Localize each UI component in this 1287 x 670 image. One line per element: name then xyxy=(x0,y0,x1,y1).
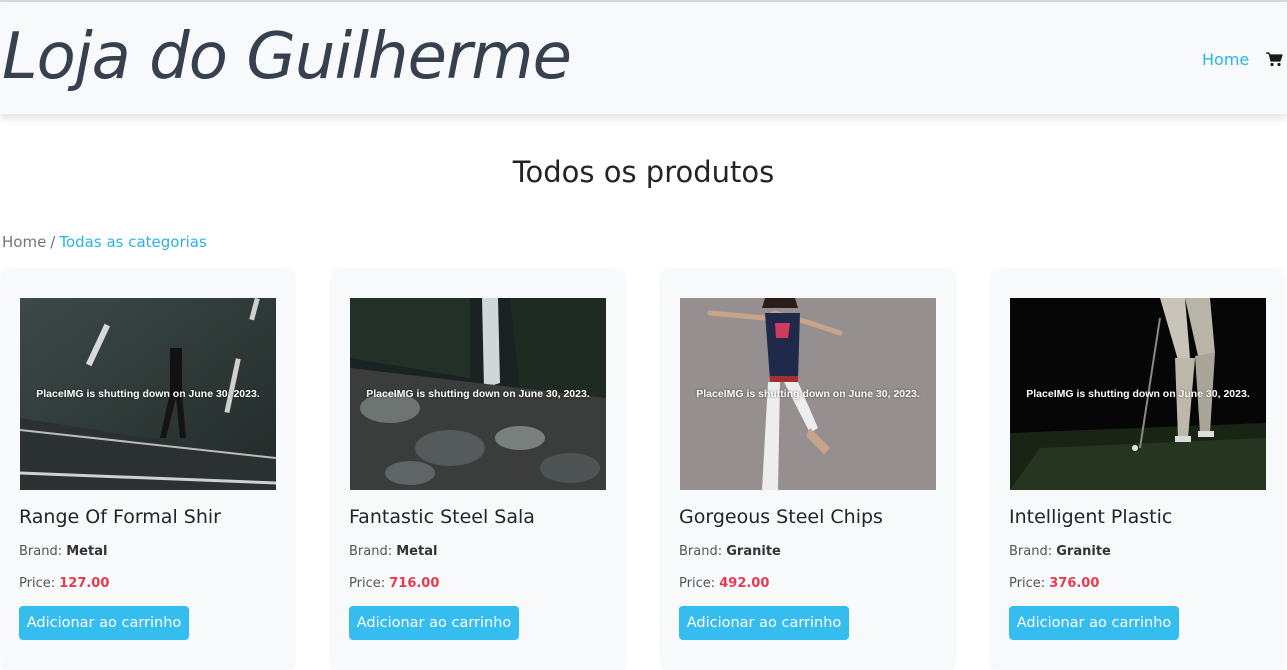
add-to-cart-button[interactable]: Adicionar ao carrinho xyxy=(679,606,849,640)
product-price: Price: 376.00 xyxy=(1009,576,1100,591)
product-brand-value: Granite xyxy=(1056,544,1111,559)
product-brand-value: Granite xyxy=(726,544,781,559)
man-walking-on-road-photo[interactable]: PlaceIMG is shutting down on June 30, 20… xyxy=(20,298,276,490)
product-price: Price: 492.00 xyxy=(679,576,770,591)
image-overlay-text: PlaceIMG is shutting down on June 30, 20… xyxy=(696,388,920,400)
product-price: Price: 716.00 xyxy=(349,576,440,591)
product-name: Fantastic Steel Sala xyxy=(349,506,535,528)
product-name: Gorgeous Steel Chips xyxy=(679,506,883,528)
image-overlay-text: PlaceIMG is shutting down on June 30, 20… xyxy=(1026,388,1250,400)
product-brand: Brand: Granite xyxy=(1009,544,1111,559)
woman-jumping-photo[interactable]: PlaceIMG is shutting down on June 30, 20… xyxy=(680,298,936,490)
add-to-cart-button[interactable]: Adicionar ao carrinho xyxy=(1009,606,1179,640)
image-overlay-text: PlaceIMG is shutting down on June 30, 20… xyxy=(366,388,590,400)
product-card: PlaceIMG is shutting down on June 30, 20… xyxy=(992,270,1284,670)
product-price-value: 492.00 xyxy=(719,576,770,591)
waterfall-rocks-photo[interactable]: PlaceIMG is shutting down on June 30, 20… xyxy=(350,298,606,490)
product-card: PlaceIMG is shutting down on June 30, 20… xyxy=(2,270,294,670)
breadcrumb-home[interactable]: Home xyxy=(2,233,46,251)
add-to-cart-button[interactable]: Adicionar ao carrinho xyxy=(19,606,189,640)
page-title: Todos os produtos xyxy=(512,155,775,189)
product-price-value: 376.00 xyxy=(1049,576,1100,591)
product-brand-value: Metal xyxy=(66,544,108,559)
add-to-cart-button[interactable]: Adicionar ao carrinho xyxy=(349,606,519,640)
product-price-value: 716.00 xyxy=(389,576,440,591)
shopping-cart-icon[interactable] xyxy=(1265,50,1283,68)
product-brand: Brand: Metal xyxy=(19,544,108,559)
site-brand[interactable]: Loja do Guilherme xyxy=(2,20,572,94)
product-card: PlaceIMG is shutting down on June 30, 20… xyxy=(332,270,624,670)
product-brand: Brand: Metal xyxy=(349,544,438,559)
golfer-night-photo[interactable]: PlaceIMG is shutting down on June 30, 20… xyxy=(1010,298,1266,490)
navbar: Loja do Guilherme Home xyxy=(0,2,1287,114)
product-brand: Brand: Granite xyxy=(679,544,781,559)
nav-home-link[interactable]: Home xyxy=(1202,50,1249,69)
product-brand-value: Metal xyxy=(396,544,438,559)
breadcrumb-separator: / xyxy=(50,233,56,251)
product-name: Range Of Formal Shir xyxy=(19,506,221,528)
image-overlay-text: PlaceIMG is shutting down on June 30, 20… xyxy=(36,388,260,400)
breadcrumb-current[interactable]: Todas as categorias xyxy=(59,233,206,251)
product-name: Intelligent Plastic xyxy=(1009,506,1173,528)
product-price: Price: 127.00 xyxy=(19,576,110,591)
product-price-value: 127.00 xyxy=(59,576,110,591)
product-card: PlaceIMG is shutting down on June 30, 20… xyxy=(662,270,954,670)
breadcrumb: Home / Todas as categorias xyxy=(2,233,207,251)
